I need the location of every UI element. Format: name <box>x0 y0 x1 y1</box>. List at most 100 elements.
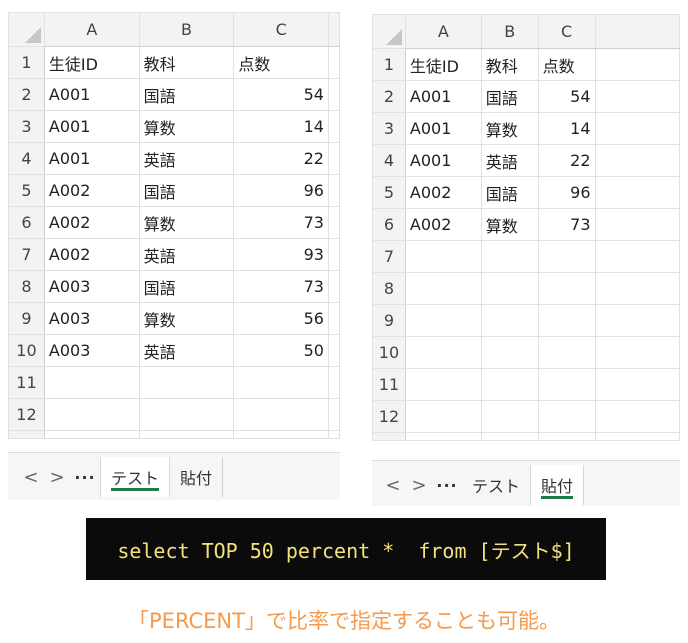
cell-b[interactable]: 英語 <box>138 238 235 271</box>
cell-b[interactable] <box>138 398 235 431</box>
cell-c[interactable]: 56 <box>233 302 329 335</box>
cell-c[interactable]: 50 <box>233 334 329 367</box>
cell-c[interactable]: 点数 <box>537 48 596 81</box>
more-tabs-icon[interactable]: ··· <box>70 468 100 487</box>
cell-c[interactable] <box>537 272 596 305</box>
cell-d[interactable] <box>327 302 340 335</box>
cell-d[interactable] <box>327 238 340 271</box>
row-header[interactable]: 9 <box>8 302 45 335</box>
row-header[interactable]: 3 <box>372 112 406 145</box>
column-header-b[interactable]: B <box>480 14 539 49</box>
tab-test[interactable]: テスト <box>100 457 171 497</box>
row-header[interactable]: 4 <box>372 144 406 177</box>
row-header[interactable]: 11 <box>8 366 45 399</box>
cell-b[interactable] <box>480 336 539 369</box>
cell-c[interactable]: 22 <box>537 144 596 177</box>
cell-b[interactable]: 算数 <box>138 206 235 239</box>
cell-c[interactable]: 73 <box>537 208 596 241</box>
row-header[interactable]: 1 <box>8 46 45 79</box>
cell-b[interactable]: 教科 <box>138 46 235 79</box>
cell-d[interactable] <box>327 110 340 143</box>
cell-c[interactable]: 14 <box>537 112 596 145</box>
cell-d[interactable] <box>327 206 340 239</box>
cell-b[interactable]: 英語 <box>138 142 235 175</box>
row-header[interactable]: 9 <box>372 304 406 337</box>
row-header[interactable]: 2 <box>8 78 45 111</box>
cell-d[interactable] <box>594 48 680 81</box>
cell-c[interactable] <box>537 400 596 433</box>
cell-c[interactable] <box>537 240 596 273</box>
cell-d[interactable] <box>594 208 680 241</box>
row-header[interactable]: 5 <box>372 176 406 209</box>
cell-b[interactable]: 算数 <box>480 208 539 241</box>
row-header[interactable]: 10 <box>372 336 406 369</box>
cell-c[interactable]: 54 <box>233 78 329 111</box>
cell-d[interactable] <box>594 400 680 433</box>
cell-a[interactable] <box>404 272 482 305</box>
row-header[interactable]: 8 <box>372 272 406 305</box>
cell-a[interactable]: A001 <box>404 112 482 145</box>
row-header[interactable]: 10 <box>8 334 45 367</box>
tab-paste[interactable]: 貼付 <box>170 457 224 497</box>
row-header[interactable]: 11 <box>372 368 406 401</box>
cell-a[interactable]: A003 <box>43 270 140 303</box>
cell-b[interactable] <box>480 272 539 305</box>
cell-a[interactable]: A001 <box>404 80 482 113</box>
cell-d[interactable] <box>594 240 680 273</box>
cell-b[interactable]: 教科 <box>480 48 539 81</box>
row-header[interactable]: 4 <box>8 142 45 175</box>
cell-c[interactable]: 96 <box>233 174 329 207</box>
column-header-b[interactable]: B <box>138 12 235 47</box>
cell-a[interactable]: 生徒ID <box>404 48 482 81</box>
cell-d[interactable] <box>594 176 680 209</box>
cell-b[interactable]: 算数 <box>480 112 539 145</box>
cell-a[interactable] <box>404 368 482 401</box>
cell-c[interactable]: 73 <box>233 270 329 303</box>
cell-d[interactable] <box>327 398 340 431</box>
cell-c[interactable]: 点数 <box>233 46 329 79</box>
cell-a[interactable]: A002 <box>43 238 140 271</box>
cell-b[interactable] <box>138 366 235 399</box>
cell-c[interactable]: 73 <box>233 206 329 239</box>
cell-b[interactable]: 英語 <box>138 334 235 367</box>
column-header-d[interactable] <box>594 14 680 49</box>
cell-b[interactable] <box>480 240 539 273</box>
row-header[interactable]: 1 <box>372 48 406 81</box>
column-header-c[interactable]: C <box>233 12 329 47</box>
cell-a[interactable]: A001 <box>43 142 140 175</box>
cell-d[interactable] <box>594 112 680 145</box>
cell-a[interactable]: A002 <box>43 174 140 207</box>
cell-c[interactable] <box>537 368 596 401</box>
select-all-corner[interactable] <box>8 12 45 47</box>
more-tabs-icon[interactable]: ··· <box>432 476 462 495</box>
cell-d[interactable] <box>327 174 340 207</box>
cell-a[interactable] <box>43 366 140 399</box>
cell-a[interactable] <box>404 400 482 433</box>
cell-b[interactable]: 国語 <box>138 174 235 207</box>
cell-c[interactable]: 14 <box>233 110 329 143</box>
cell-d[interactable] <box>594 336 680 369</box>
row-header[interactable]: 2 <box>372 80 406 113</box>
cell-b[interactable]: 算数 <box>138 302 235 335</box>
cell-d[interactable] <box>327 78 340 111</box>
cell-a[interactable]: A002 <box>404 208 482 241</box>
cell-b[interactable] <box>480 400 539 433</box>
cell-d[interactable] <box>594 272 680 305</box>
cell-a[interactable]: A001 <box>43 110 140 143</box>
cell-a[interactable]: 生徒ID <box>43 46 140 79</box>
cell-b[interactable]: 英語 <box>480 144 539 177</box>
cell-d[interactable] <box>594 144 680 177</box>
cell-b[interactable]: 国語 <box>480 176 539 209</box>
cell-a[interactable]: A001 <box>404 144 482 177</box>
tab-prev-icon[interactable]: < <box>18 467 44 488</box>
tab-next-icon[interactable]: > <box>44 467 70 488</box>
tab-prev-icon[interactable]: < <box>380 475 406 496</box>
row-header[interactable]: 8 <box>8 270 45 303</box>
cell-c[interactable]: 54 <box>537 80 596 113</box>
column-header-a[interactable]: A <box>43 12 140 47</box>
tab-next-icon[interactable]: > <box>406 475 432 496</box>
cell-a[interactable]: A002 <box>404 176 482 209</box>
cell-c[interactable] <box>537 304 596 337</box>
cell-d[interactable] <box>327 46 340 79</box>
cell-c[interactable] <box>233 398 329 431</box>
